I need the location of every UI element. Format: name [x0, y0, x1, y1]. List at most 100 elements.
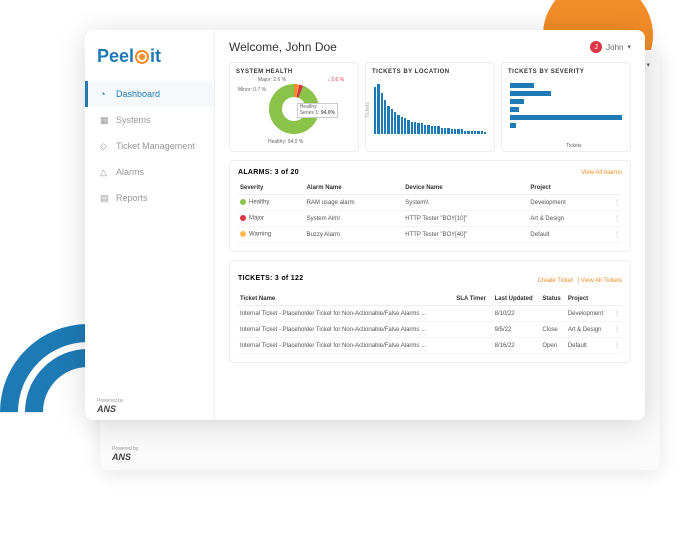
bar [431, 126, 433, 134]
report-icon: ▤ [100, 193, 110, 203]
hbar [510, 91, 551, 96]
row-menu-icon[interactable]: ⋮ [603, 227, 622, 243]
bar [461, 129, 463, 134]
user-menu[interactable]: J John ▾ [590, 41, 631, 53]
bar [474, 131, 476, 134]
gauge-icon: ◔ [100, 89, 110, 99]
donut-label-major: Major: 2.6 % [258, 77, 286, 83]
bar [401, 117, 403, 134]
table-row: Internal Ticket - Placeholder Ticket for… [238, 338, 622, 354]
bar [437, 126, 439, 134]
bar [414, 122, 416, 135]
nav-label: Reports [116, 193, 148, 203]
bar [404, 118, 406, 134]
user-name: John [606, 43, 623, 52]
table-row: WarningBuzzy AlarmHTTP Tester "BOY[40]"D… [238, 227, 622, 243]
bar [484, 132, 486, 134]
sidebar-item-alarms[interactable]: △ Alarms [85, 159, 214, 185]
bar [397, 115, 399, 134]
alarms-panel: ALARMS: 3 of 20 View All Alarms Severity… [229, 160, 631, 252]
bar [454, 129, 456, 134]
status-dot [240, 231, 246, 237]
avatar: J [590, 41, 602, 53]
bar [417, 123, 419, 134]
bar [411, 122, 413, 135]
tickets-table: Ticket NameSLA TimerLast UpdatedStatusPr… [238, 293, 622, 354]
chevron-down-icon: ▾ [627, 43, 631, 51]
logo: Peel◉it [85, 42, 214, 81]
bar [464, 131, 466, 134]
bar [384, 100, 386, 134]
table-row: MajorSystem AlmIHTTP Tester "BOY[10]"Art… [238, 211, 622, 227]
nav-label: Dashboard [116, 89, 160, 99]
table-row: HealthyRAM usage alarmSystem\\Developmen… [238, 195, 622, 211]
status-dot [240, 199, 246, 205]
view-all-alarms-link[interactable]: View All Alarms [581, 170, 622, 176]
bar [421, 123, 423, 134]
sidebar-item-dashboard[interactable]: ◔ Dashboard [85, 81, 214, 107]
content-area: Welcome, John Doe J John ▾ SYSTEM HEALTH… [215, 30, 645, 420]
row-menu-icon[interactable]: ⋮ [611, 338, 622, 354]
row-menu-icon[interactable]: ⋮ [603, 211, 622, 227]
sidebar-item-ticket-management[interactable]: ◇ Ticket Management [85, 133, 214, 159]
hbar [510, 115, 622, 120]
bar [391, 109, 393, 134]
hbar [510, 107, 519, 112]
alarms-table: SeverityAlarm NameDevice NameProject Hea… [238, 182, 622, 243]
bar [407, 120, 409, 134]
row-menu-icon[interactable]: ⋮ [603, 195, 622, 211]
nav-label: Systems [116, 115, 151, 125]
bar [471, 131, 473, 134]
tickets-by-location-chart: TICKETS BY LOCATION Tickets [365, 62, 495, 152]
donut-label-minor: Minor: 0.7 % [238, 87, 266, 93]
location-bars [372, 79, 488, 134]
bar [447, 128, 449, 134]
bar [441, 128, 443, 134]
bar [387, 106, 389, 134]
tickets-title: TICKETS: 3 of 122 [238, 275, 303, 282]
powered-by: Powered by ANS [97, 398, 123, 414]
severity-bars [508, 79, 624, 132]
dashboard-window: Peel◉it ◔ Dashboard ▦ Systems ◇ Ticket Manage… [85, 30, 645, 420]
donut-label-healthy: Healthy: 94.0 % [268, 139, 303, 145]
donut-tooltip: HealthySeries 1: 94.0% [297, 103, 338, 118]
row-menu-icon[interactable]: ⋮ [611, 306, 622, 322]
nav-label: Alarms [116, 167, 144, 177]
logo-icon: ◉ [135, 50, 149, 64]
bar [394, 112, 396, 134]
nav-label: Ticket Management [116, 141, 195, 151]
hbar [510, 123, 516, 128]
donut-callout: ↓ 2.6 % [327, 77, 344, 83]
bar [424, 125, 426, 134]
bar [477, 131, 479, 134]
create-ticket-link[interactable]: Create Ticket [538, 278, 573, 284]
ticket-icon: ◇ [100, 141, 110, 151]
tickets-by-severity-chart: TICKETS BY SEVERITY Tickets [501, 62, 631, 152]
status-dot [240, 215, 246, 221]
alarms-title: ALARMS: 3 of 20 [238, 169, 299, 176]
tickets-panel: TICKETS: 3 of 122 Create Ticket | View A… [229, 260, 631, 363]
hbar [510, 83, 534, 88]
bar [457, 129, 459, 134]
table-row: Internal Ticket - Placeholder Ticket for… [238, 322, 622, 338]
bell-icon: △ [100, 167, 110, 177]
hbar [510, 99, 524, 104]
bar [444, 128, 446, 134]
sidebar: Peel◉it ◔ Dashboard ▦ Systems ◇ Ticket Manage… [85, 30, 215, 420]
sidebar-item-reports[interactable]: ▤ Reports [85, 185, 214, 211]
bar [377, 84, 379, 134]
sidebar-item-systems[interactable]: ▦ Systems [85, 107, 214, 133]
view-all-tickets-link[interactable]: View All Tickets [581, 278, 622, 284]
bar [374, 87, 376, 134]
row-menu-icon[interactable]: ⋮ [611, 322, 622, 338]
bar [381, 93, 383, 134]
bar [481, 131, 483, 134]
page-title: Welcome, John Doe [229, 40, 337, 54]
bar [467, 131, 469, 134]
table-row: Internal Ticket - Placeholder Ticket for… [238, 306, 622, 322]
bar [427, 125, 429, 134]
system-health-chart: SYSTEM HEALTH Major: 2.6 % Minor: 0.7 % … [229, 62, 359, 152]
bar [434, 126, 436, 134]
grid-icon: ▦ [100, 115, 110, 125]
bar [451, 129, 453, 134]
